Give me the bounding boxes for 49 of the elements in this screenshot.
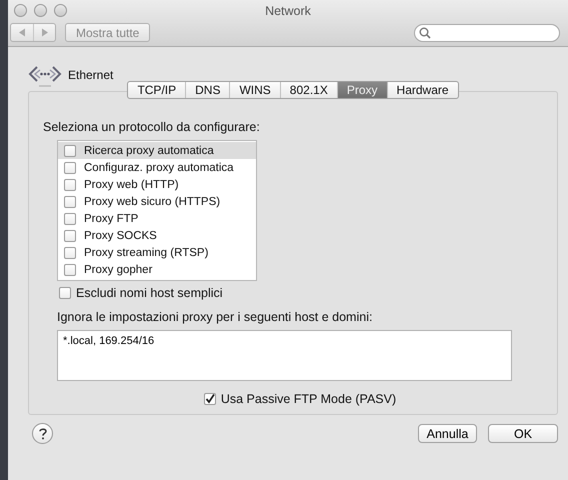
tab[interactable]: DNS	[185, 82, 230, 98]
protocol-row[interactable]: Proxy web (HTTP)	[58, 176, 256, 193]
checkbox[interactable]	[204, 393, 216, 405]
protocol-row[interactable]: Proxy SOCKS	[58, 227, 256, 244]
checkbox[interactable]	[64, 178, 76, 190]
search-field[interactable]	[414, 24, 560, 42]
checkbox[interactable]	[64, 246, 76, 258]
tab[interactable]: WINS	[229, 82, 280, 98]
protocol-row[interactable]: Proxy FTP	[58, 210, 256, 227]
right-arrow-icon	[40, 28, 48, 37]
help-button[interactable]	[32, 423, 53, 444]
tab[interactable]: Hardware	[386, 82, 458, 98]
tab[interactable]: TCP/IP	[128, 82, 186, 98]
protocol-list-label: Seleziona un protocollo da configurare:	[43, 120, 260, 134]
protocol-label: Proxy web sicuro (HTTPS)	[84, 196, 220, 208]
left-arrow-icon	[18, 28, 26, 37]
dialog-button[interactable]: OK	[488, 424, 558, 443]
protocol-label: Proxy gopher	[84, 264, 152, 276]
checkbox[interactable]	[64, 264, 76, 276]
protocol-label: Proxy streaming (RTSP)	[84, 246, 208, 258]
protocol-row[interactable]: Configuraz. proxy automatica	[58, 159, 256, 176]
checkbox[interactable]	[59, 287, 71, 299]
protocol-label: Ricerca proxy automatica	[84, 144, 214, 156]
protocol-row[interactable]: Proxy streaming (RTSP)	[58, 244, 256, 261]
protocol-row[interactable]: Ricerca proxy automatica	[58, 142, 256, 159]
close-button[interactable]	[14, 4, 27, 17]
zoom-button[interactable]	[54, 4, 67, 17]
checkbox[interactable]	[64, 144, 76, 156]
protocol-label: Proxy SOCKS	[84, 230, 157, 242]
bypass-label: Ignora le impostazioni proxy per i seguenti host e domini:	[57, 310, 372, 324]
checkbox[interactable]	[64, 162, 76, 174]
window-title: Network	[265, 3, 311, 20]
exclude-simple-hosts-checkbox[interactable]: Escludi nomi host semplici	[59, 286, 223, 300]
protocol-label: Configuraz. proxy automatica	[84, 162, 234, 174]
checkbox[interactable]	[64, 230, 76, 242]
bypass-hosts-field[interactable]: *.local, 169.254/16	[57, 330, 512, 381]
dialog-button[interactable]: Annulla	[418, 424, 477, 443]
checkbox[interactable]	[64, 212, 76, 224]
tab[interactable]: Proxy	[336, 82, 387, 98]
protocol-row[interactable]: Proxy gopher	[58, 261, 256, 278]
search-icon	[419, 26, 431, 38]
passive-ftp-checkbox[interactable]: Usa Passive FTP Mode (PASV)	[204, 392, 396, 406]
protocol-label: Proxy web (HTTP)	[84, 178, 179, 190]
question-mark-icon	[38, 427, 48, 440]
protocol-row[interactable]: Proxy web sicuro (HTTPS)	[58, 193, 256, 210]
service-name: Ethernet	[68, 68, 114, 82]
minimize-button[interactable]	[34, 4, 47, 17]
protocol-label: Proxy FTP	[84, 212, 138, 224]
checkbox[interactable]	[64, 196, 76, 208]
